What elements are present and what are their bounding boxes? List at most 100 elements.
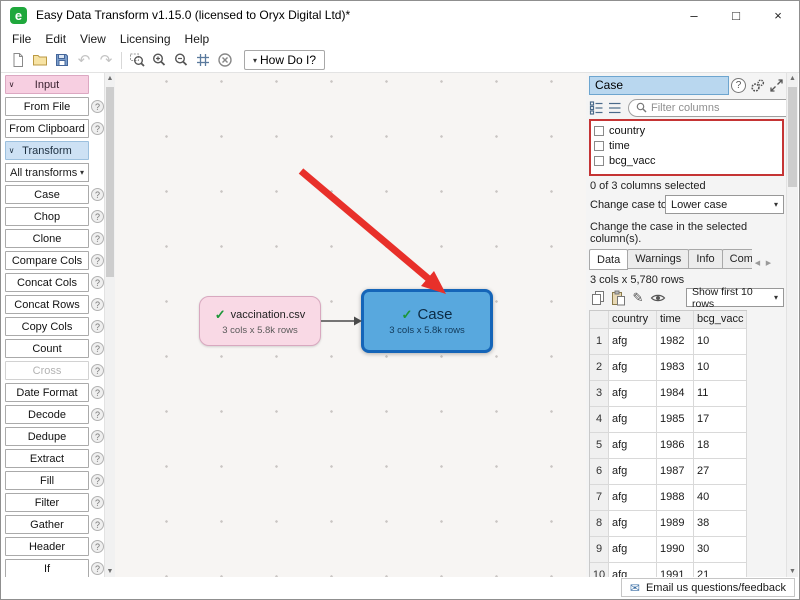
transform-item-button[interactable]: If — [5, 559, 89, 577]
undo-icon[interactable]: ↶ — [73, 49, 95, 71]
transform-item-button[interactable]: Gather — [5, 515, 89, 534]
scroll-up-icon[interactable]: ▲ — [105, 73, 115, 84]
transform-item-button[interactable]: Chop — [5, 207, 89, 226]
table-cell[interactable]: 1986 — [657, 433, 694, 459]
row-number-cell[interactable]: 5 — [590, 433, 609, 459]
menu-item[interactable]: File — [5, 31, 38, 47]
input-item-button[interactable]: From File — [5, 97, 89, 116]
table-cell[interactable]: afg — [609, 381, 657, 407]
zoom-selection-icon[interactable] — [126, 49, 148, 71]
help-icon[interactable]: ? — [91, 342, 104, 355]
help-icon[interactable]: ? — [91, 188, 104, 201]
table-cell[interactable]: 10 — [694, 355, 747, 381]
transform-item-button[interactable]: Clone — [5, 229, 89, 248]
transform-item-button[interactable]: Concat Cols — [5, 273, 89, 292]
table-cell[interactable]: 1983 — [657, 355, 694, 381]
table-cell[interactable]: 18 — [694, 433, 747, 459]
scroll-down-icon[interactable]: ▼ — [787, 566, 798, 577]
help-icon[interactable]: ? — [91, 298, 104, 311]
open-file-icon[interactable] — [29, 49, 51, 71]
menu-item[interactable]: Licensing — [113, 31, 178, 47]
transform-item-button[interactable]: Extract — [5, 449, 89, 468]
transform-item-button[interactable]: Cross — [5, 361, 89, 380]
transform-item-button[interactable]: Case — [5, 185, 89, 204]
help-icon[interactable]: ? — [91, 364, 104, 377]
table-cell[interactable]: afg — [609, 485, 657, 511]
help-icon[interactable]: ? — [91, 408, 104, 421]
row-number-cell[interactable]: 7 — [590, 485, 609, 511]
row-number-cell[interactable]: 4 — [590, 407, 609, 433]
expand-icon[interactable] — [769, 78, 784, 93]
table-cell[interactable]: afg — [609, 511, 657, 537]
tab-scroll-right-icon[interactable]: ▶ — [763, 256, 774, 270]
row-number-cell[interactable]: 2 — [590, 355, 609, 381]
column-header-cell[interactable]: country — [609, 311, 657, 329]
table-cell[interactable]: afg — [609, 563, 657, 577]
table-cell[interactable]: afg — [609, 459, 657, 485]
help-icon[interactable]: ? — [91, 430, 104, 443]
help-icon[interactable]: ? — [91, 474, 104, 487]
redo-icon[interactable]: ↷ — [95, 49, 117, 71]
table-cell[interactable]: afg — [609, 329, 657, 355]
preview-eye-icon[interactable] — [649, 289, 667, 307]
row-number-cell[interactable]: 10 — [590, 563, 609, 577]
table-cell[interactable]: 1989 — [657, 511, 694, 537]
help-icon[interactable]: ? — [91, 254, 104, 267]
select-columns-view-icon[interactable] — [589, 99, 604, 117]
save-icon[interactable] — [51, 49, 73, 71]
table-cell[interactable]: 38 — [694, 511, 747, 537]
change-case-dropdown[interactable]: Lower case ▾ — [665, 195, 784, 214]
help-icon[interactable]: ? — [91, 320, 104, 333]
row-number-cell[interactable]: 6 — [590, 459, 609, 485]
scrollbar-thumb[interactable] — [788, 87, 797, 187]
table-cell[interactable]: 1990 — [657, 537, 694, 563]
table-cell[interactable]: 1988 — [657, 485, 694, 511]
tab[interactable]: Data — [589, 249, 628, 270]
transform-item-button[interactable]: Decode — [5, 405, 89, 424]
transform-item-button[interactable]: Compare Cols — [5, 251, 89, 270]
table-cell[interactable]: 1982 — [657, 329, 694, 355]
help-icon[interactable]: ? — [91, 518, 104, 531]
help-icon[interactable]: ? — [91, 540, 104, 553]
table-cell[interactable]: 1984 — [657, 381, 694, 407]
zoom-out-icon[interactable] — [170, 49, 192, 71]
help-icon[interactable]: ? — [91, 232, 104, 245]
panel-scrollbar[interactable]: ▲ ▼ — [786, 73, 798, 577]
checkbox-icon[interactable] — [594, 126, 604, 136]
maximize-button[interactable]: □ — [715, 1, 757, 29]
help-icon[interactable]: ? — [91, 452, 104, 465]
paste-icon[interactable] — [609, 289, 627, 307]
help-icon[interactable]: ? — [91, 122, 104, 135]
help-icon[interactable]: ? — [731, 78, 746, 93]
table-cell[interactable]: 1991 — [657, 563, 694, 577]
scroll-down-icon[interactable]: ▼ — [105, 566, 115, 577]
checkbox-icon[interactable] — [594, 141, 604, 151]
how-do-i-button[interactable]: ▾ How Do I? — [244, 50, 325, 70]
help-icon[interactable]: ? — [91, 386, 104, 399]
tab[interactable]: Com — [722, 249, 752, 269]
table-cell[interactable]: afg — [609, 355, 657, 381]
transform-item-button[interactable]: Dedupe — [5, 427, 89, 446]
transform-item-button[interactable]: Concat Rows — [5, 295, 89, 314]
column-header-cell[interactable]: time — [657, 311, 694, 329]
scroll-up-icon[interactable]: ▲ — [787, 73, 798, 84]
table-cell[interactable]: 30 — [694, 537, 747, 563]
filter-columns-box[interactable] — [628, 99, 798, 117]
canvas[interactable]: ✓ vaccination.csv 3 cols x 5.8k rows ✓ C… — [115, 73, 586, 577]
transform-item-button[interactable]: Filter — [5, 493, 89, 512]
filter-columns-input[interactable] — [651, 102, 793, 114]
node-vaccination-csv[interactable]: ✓ vaccination.csv 3 cols x 5.8k rows — [199, 296, 321, 346]
row-number-cell[interactable]: 8 — [590, 511, 609, 537]
row-number-cell[interactable]: 1 — [590, 329, 609, 355]
transform-item-button[interactable]: Date Format — [5, 383, 89, 402]
zoom-in-icon[interactable] — [148, 49, 170, 71]
table-cell[interactable]: 11 — [694, 381, 747, 407]
table-cell[interactable]: 10 — [694, 329, 747, 355]
transform-item-button[interactable]: Fill — [5, 471, 89, 490]
checkbox-icon[interactable] — [594, 156, 604, 166]
input-item-button[interactable]: From Clipboard — [5, 119, 89, 138]
list-view-icon[interactable] — [607, 99, 622, 117]
table-cell[interactable]: 40 — [694, 485, 747, 511]
row-number-cell[interactable]: 9 — [590, 537, 609, 563]
table-cell[interactable]: afg — [609, 537, 657, 563]
